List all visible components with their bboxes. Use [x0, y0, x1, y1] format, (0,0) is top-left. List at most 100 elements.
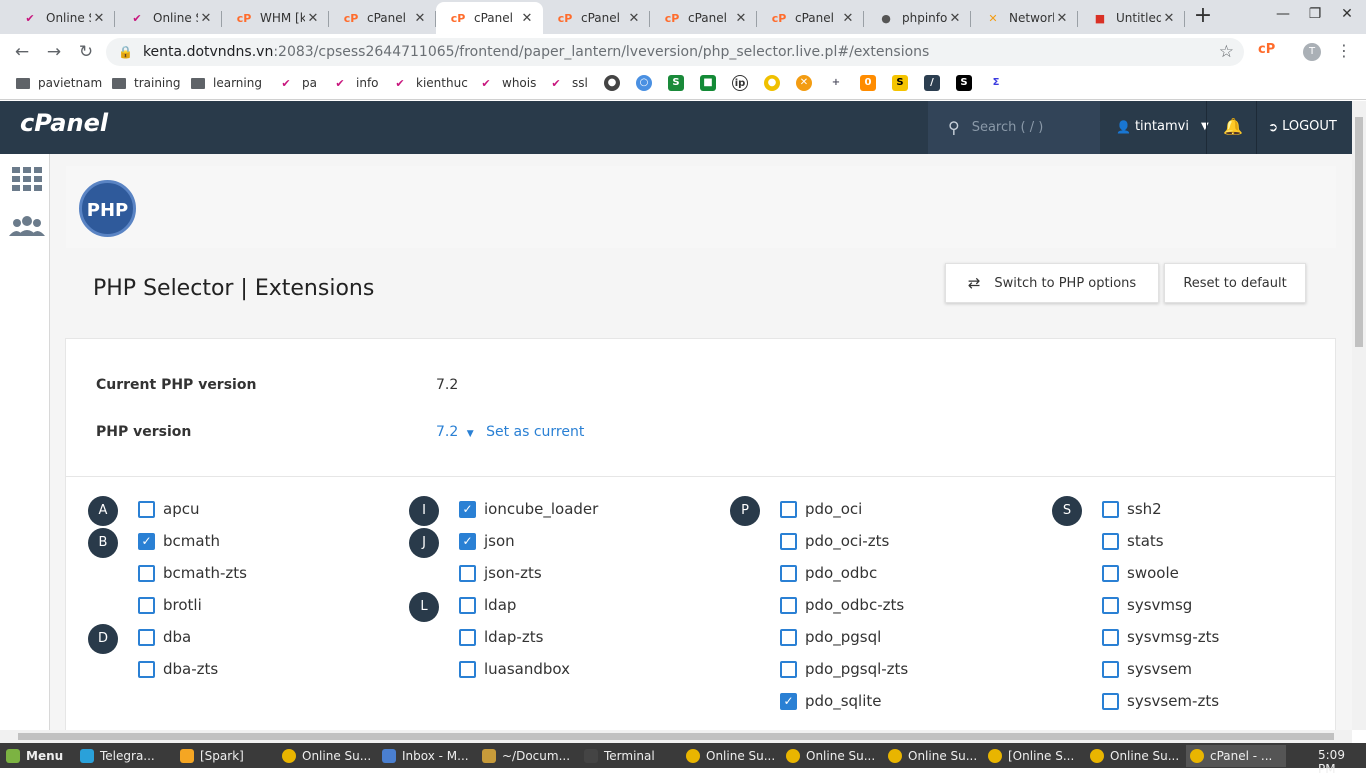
- apps-grid-icon[interactable]: [12, 167, 42, 191]
- close-tab-icon[interactable]: ✕: [305, 11, 321, 26]
- extension-checkbox[interactable]: [138, 660, 155, 678]
- bookmark-whois[interactable]: ✔ whois: [478, 76, 536, 90]
- close-window-icon[interactable]: ✕: [1332, 6, 1362, 22]
- close-tab-icon[interactable]: ✕: [1161, 11, 1177, 26]
- browser-menu-icon[interactable]: ⋮: [1336, 41, 1352, 60]
- close-tab-icon[interactable]: ✕: [840, 11, 856, 26]
- extension-checkbox[interactable]: [1102, 500, 1119, 518]
- extension-checkbox[interactable]: ✓: [459, 500, 476, 518]
- browser-tab[interactable]: cP cPanel ✕: [436, 2, 543, 34]
- extension-item[interactable]: sysvmsg-zts: [1102, 628, 1219, 646]
- globe-icon[interactable]: ●: [604, 75, 620, 91]
- extension-item[interactable]: apcu: [138, 500, 199, 518]
- lock-green-icon[interactable]: ■: [700, 75, 716, 91]
- browser-tab[interactable]: ✕Network✕: [971, 2, 1078, 34]
- taskbar-item[interactable]: Terminal: [580, 745, 678, 767]
- taskbar-item[interactable]: Online Su...: [1086, 745, 1182, 767]
- taskbar-item[interactable]: cPanel - ...: [1186, 745, 1286, 767]
- cpanel-logo[interactable]: cPanel: [20, 109, 108, 137]
- extension-item[interactable]: brotli: [138, 596, 202, 614]
- bookmark-learning[interactable]: learning: [191, 76, 262, 90]
- extension-item[interactable]: ldap-zts: [459, 628, 543, 646]
- taskbar-item[interactable]: ~/Docum...: [478, 745, 576, 767]
- bookmark-ssl[interactable]: ✔ ssl: [548, 76, 587, 90]
- browser-tab[interactable]: ● phpinfo ✕: [864, 2, 971, 34]
- extension-checkbox[interactable]: [459, 628, 476, 646]
- location-icon[interactable]: ○: [636, 75, 652, 91]
- browser-tab[interactable]: cP cPanel ✕: [650, 2, 757, 34]
- extension-checkbox[interactable]: ✓: [138, 532, 155, 550]
- start-menu-button[interactable]: Menu: [2, 745, 70, 767]
- taskbar-item[interactable]: Telegra...: [76, 745, 172, 767]
- pen-icon[interactable]: /: [924, 75, 940, 91]
- close-tab-icon[interactable]: ✕: [91, 11, 107, 26]
- bookmark-kienthuc[interactable]: ✔ kienthuc: [392, 76, 467, 90]
- browser-tab[interactable]: cP cPanel ✕: [543, 2, 650, 34]
- vertical-scrollbar[interactable]: [1352, 101, 1366, 730]
- bookmark-pavietnam[interactable]: pavietnam: [16, 76, 102, 90]
- extension-checkbox[interactable]: [780, 532, 797, 550]
- php-version-select[interactable]: 7.2 ▼ Set as current: [436, 424, 584, 440]
- browser-tab[interactable]: ■ Untitled ✕: [1078, 2, 1185, 34]
- profile-avatar[interactable]: T: [1303, 43, 1321, 61]
- browser-tab[interactable]: ✔ Online S✕: [115, 2, 222, 34]
- extension-checkbox[interactable]: [459, 660, 476, 678]
- extension-item[interactable]: ✓ pdo_sqlite: [780, 692, 882, 710]
- close-tab-icon[interactable]: ✕: [733, 11, 749, 26]
- extension-item[interactable]: pdo_oci-zts: [780, 532, 889, 550]
- switch-to-php-options-button[interactable]: ⇄ Switch to PHP options: [945, 263, 1159, 303]
- extension-checkbox[interactable]: ✓: [459, 532, 476, 550]
- search-input[interactable]: ⚲ Search ( / ): [928, 101, 1100, 154]
- browser-tab[interactable]: cP WHM [k ✕: [222, 2, 329, 34]
- extension-checkbox[interactable]: [1102, 660, 1119, 678]
- bookmark-info[interactable]: ✔ info: [332, 76, 378, 90]
- extension-checkbox[interactable]: [780, 564, 797, 582]
- forward-icon[interactable]: →: [42, 40, 66, 64]
- bookmark-pa[interactable]: ✔ pa: [278, 76, 317, 90]
- browser-tab[interactable]: cP cPanel ✕: [757, 2, 864, 34]
- ip-icon[interactable]: ip: [732, 75, 748, 91]
- address-bar[interactable]: 🔒 kenta.dotvndns.vn:2083/cpsess264471106…: [106, 38, 1244, 66]
- zero-icon[interactable]: 0: [860, 75, 876, 91]
- close-tab-icon[interactable]: ✕: [198, 11, 214, 26]
- extension-checkbox[interactable]: [1102, 692, 1119, 710]
- user-menu[interactable]: 👤 tintamvi ▼: [1116, 119, 1209, 134]
- extension-item[interactable]: sysvsem: [1102, 660, 1192, 678]
- linux-icon[interactable]: ●: [764, 75, 780, 91]
- extension-item[interactable]: luasandbox: [459, 660, 570, 678]
- extension-item[interactable]: pdo_pgsql: [780, 628, 881, 646]
- extension-item[interactable]: ✓ json: [459, 532, 515, 550]
- extension-item[interactable]: swoole: [1102, 564, 1179, 582]
- users-icon[interactable]: [9, 214, 45, 238]
- plugin-icon[interactable]: +: [828, 75, 844, 91]
- close-tab-icon[interactable]: ✕: [519, 11, 535, 26]
- bookmark-star-icon[interactable]: ☆: [1219, 42, 1234, 62]
- close-tab-icon[interactable]: ✕: [626, 11, 642, 26]
- extension-item[interactable]: pdo_pgsql-zts: [780, 660, 908, 678]
- extension-item[interactable]: ssh2: [1102, 500, 1162, 518]
- extension-checkbox[interactable]: [459, 596, 476, 614]
- extension-item[interactable]: ldap: [459, 596, 516, 614]
- bookmark-training[interactable]: training: [112, 76, 181, 90]
- close-tab-icon[interactable]: ✕: [412, 11, 428, 26]
- extension-item[interactable]: json-zts: [459, 564, 542, 582]
- extension-checkbox[interactable]: [138, 500, 155, 518]
- extension-checkbox[interactable]: [1102, 564, 1119, 582]
- taskbar-item[interactable]: Online Su...: [682, 745, 778, 767]
- extension-checkbox[interactable]: ✓: [780, 692, 797, 710]
- bell-icon[interactable]: 🔔: [1223, 117, 1243, 136]
- back-icon[interactable]: ←: [10, 40, 34, 64]
- extension-checkbox[interactable]: [780, 660, 797, 678]
- extension-checkbox[interactable]: [138, 564, 155, 582]
- extension-item[interactable]: dba-zts: [138, 660, 218, 678]
- browser-tab[interactable]: ✔ Online S✕: [8, 2, 115, 34]
- extension-item[interactable]: pdo_odbc: [780, 564, 877, 582]
- extension-checkbox[interactable]: [1102, 628, 1119, 646]
- taskbar-item[interactable]: Online Su...: [782, 745, 880, 767]
- taskbar-item[interactable]: Inbox - M...: [378, 745, 474, 767]
- horizontal-scrollbar[interactable]: [0, 730, 1352, 743]
- extension-checkbox[interactable]: [780, 628, 797, 646]
- extension-checkbox[interactable]: [459, 564, 476, 582]
- extension-checkbox[interactable]: [138, 628, 155, 646]
- extension-item[interactable]: bcmath-zts: [138, 564, 247, 582]
